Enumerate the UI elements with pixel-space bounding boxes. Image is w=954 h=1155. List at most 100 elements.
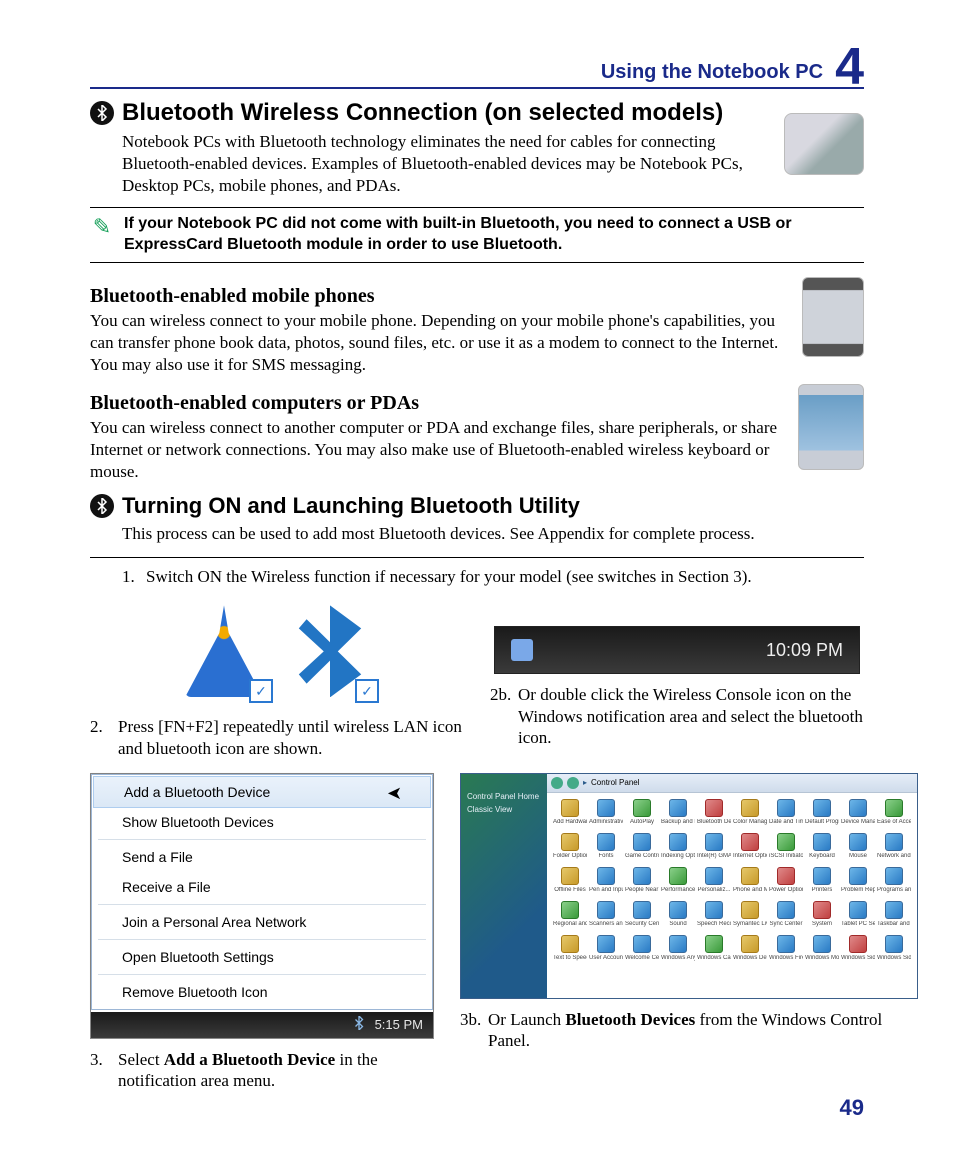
- control-panel-item[interactable]: Color Management: [733, 799, 767, 829]
- sidebar-link-home[interactable]: Control Panel Home: [467, 792, 543, 801]
- nav-fwd-icon[interactable]: [567, 777, 579, 789]
- control-panel-item[interactable]: Windows CardSpace: [697, 935, 731, 965]
- control-panel-item[interactable]: Windows Mobil...: [805, 935, 839, 965]
- menu-item-label: Send a File: [122, 849, 193, 865]
- wireless-icons-figure: ✓ ✓: [90, 596, 464, 706]
- menu-item-join-pan[interactable]: Join a Personal Area Network: [92, 907, 432, 937]
- step-number: 3b.: [460, 1009, 488, 1052]
- control-panel-item[interactable]: Phone and Modem ...: [733, 867, 767, 897]
- control-panel-item-label: Power Options: [769, 887, 803, 893]
- control-panel-item-label: Ease of Acce...: [877, 819, 911, 825]
- control-panel-item-icon: [597, 833, 615, 851]
- control-panel-item-label: Bluetooth Devices: [697, 819, 731, 825]
- control-panel-item-label: Taskbar and Start Menu: [877, 921, 911, 927]
- control-panel-item[interactable]: Programs and Features: [877, 867, 911, 897]
- control-panel-item[interactable]: iSCSI Initiator: [769, 833, 803, 863]
- subheading-pda: Bluetooth-enabled computers or PDAs: [90, 392, 786, 415]
- control-panel-item-label: Security Center: [625, 921, 659, 927]
- control-panel-item-icon: [849, 867, 867, 885]
- control-panel-item[interactable]: Backup and Restore C...: [661, 799, 695, 829]
- menu-item-add-bluetooth-device[interactable]: Add a Bluetooth Device ➤: [93, 776, 431, 808]
- control-panel-item-icon: [597, 935, 615, 953]
- control-panel-item-icon: [705, 833, 723, 851]
- control-panel-item[interactable]: Power Options: [769, 867, 803, 897]
- control-panel-item[interactable]: Personaliz...: [697, 867, 731, 897]
- menu-item-receive-file[interactable]: Receive a File: [92, 872, 432, 902]
- paragraph-pda: You can wireless connect to another comp…: [90, 417, 786, 483]
- step-text: Or Launch Bluetooth Devices from the Win…: [488, 1009, 918, 1052]
- control-panel-item[interactable]: Windows Anytim...: [661, 935, 695, 965]
- control-panel-item[interactable]: Offline Files: [553, 867, 587, 897]
- control-panel-item[interactable]: Pen and Input Devices: [589, 867, 623, 897]
- control-panel-item-label: Phone and Modem ...: [733, 887, 767, 893]
- control-panel-item[interactable]: Tablet PC Settings: [841, 901, 875, 931]
- control-panel-item[interactable]: Add Hardware: [553, 799, 587, 829]
- control-panel-item-label: Date and Time: [769, 819, 803, 825]
- menu-item-label: Open Bluetooth Settings: [122, 949, 274, 965]
- control-panel-item-icon: [669, 935, 687, 953]
- menu-item-label: Join a Personal Area Network: [122, 914, 306, 930]
- control-panel-item[interactable]: Problem Reports a...: [841, 867, 875, 897]
- menu-item-open-settings[interactable]: Open Bluetooth Settings: [92, 942, 432, 972]
- heading-bluetooth-wireless: Bluetooth Wireless Connection (on select…: [90, 99, 772, 127]
- control-panel-item-icon: [669, 867, 687, 885]
- control-panel-item[interactable]: Windows Sidebar: [841, 935, 875, 965]
- sidebar-link-classic[interactable]: Classic View: [467, 805, 543, 814]
- control-panel-item[interactable]: Symantec LiveUpdate: [733, 901, 767, 931]
- control-panel-item-label: Tablet PC Settings: [841, 921, 875, 927]
- control-panel-item[interactable]: Ease of Acce...: [877, 799, 911, 829]
- nav-back-icon[interactable]: [551, 777, 563, 789]
- control-panel-item-label: Offline Files: [554, 887, 586, 893]
- control-panel-item[interactable]: Default Programs: [805, 799, 839, 829]
- control-panel-item[interactable]: Administrative Tools: [589, 799, 623, 829]
- control-panel-item[interactable]: Performance Informatio...: [661, 867, 695, 897]
- control-panel-item-label: Intel(R) GMA Driver for...: [697, 853, 731, 859]
- control-panel-item-label: Windows Sidebar: [841, 955, 875, 961]
- control-panel-item[interactable]: Game Controllers: [625, 833, 659, 863]
- control-panel-item[interactable]: Speech Recogniti...: [697, 901, 731, 931]
- control-panel-item[interactable]: Taskbar and Start Menu: [877, 901, 911, 931]
- control-panel-item[interactable]: Internet Options: [733, 833, 767, 863]
- menu-item-send-file[interactable]: Send a File: [92, 842, 432, 872]
- control-panel-item[interactable]: Windows Defender: [733, 935, 767, 965]
- control-panel-item-label: System: [812, 921, 832, 927]
- control-panel-item[interactable]: Network and Sharing Ce...: [877, 833, 911, 863]
- control-panel-item[interactable]: Printers: [805, 867, 839, 897]
- control-panel-item[interactable]: User Accounts: [589, 935, 623, 965]
- control-panel-item-label: People Near Me: [625, 887, 659, 893]
- step-text: Switch ON the Wireless function if neces…: [146, 566, 752, 588]
- breadcrumb-text: Control Panel: [591, 778, 639, 787]
- control-panel-item[interactable]: AutoPlay: [625, 799, 659, 829]
- control-panel-item[interactable]: Windows Firewall: [769, 935, 803, 965]
- control-panel-item[interactable]: Device Manager: [841, 799, 875, 829]
- control-panel-item-icon: [849, 901, 867, 919]
- control-panel-item-icon: [705, 867, 723, 885]
- control-panel-item-icon: [849, 799, 867, 817]
- control-panel-item[interactable]: Keyboard: [805, 833, 839, 863]
- control-panel-item[interactable]: System: [805, 901, 839, 931]
- control-panel-item[interactable]: Date and Time: [769, 799, 803, 829]
- control-panel-item[interactable]: Fonts: [589, 833, 623, 863]
- menu-item-label: Show Bluetooth Devices: [122, 814, 274, 830]
- control-panel-item[interactable]: Regional and Language ...: [553, 901, 587, 931]
- menu-item-remove-icon[interactable]: Remove Bluetooth Icon: [92, 977, 432, 1007]
- control-panel-item[interactable]: Windows SideShow: [877, 935, 911, 965]
- control-panel-item-icon: [741, 901, 759, 919]
- control-panel-item[interactable]: Sound: [661, 901, 695, 931]
- control-panel-item[interactable]: Intel(R) GMA Driver for...: [697, 833, 731, 863]
- control-panel-item[interactable]: Security Center: [625, 901, 659, 931]
- control-panel-item[interactable]: Welcome Center: [625, 935, 659, 965]
- control-panel-item[interactable]: Bluetooth Devices: [697, 799, 731, 829]
- control-panel-breadcrumb: ▸ Control Panel: [547, 774, 917, 793]
- control-panel-item[interactable]: Sync Center: [769, 901, 803, 931]
- control-panel-item[interactable]: Scanners and Cameras: [589, 901, 623, 931]
- control-panel-item[interactable]: Folder Options: [553, 833, 587, 863]
- control-panel-item[interactable]: Mouse: [841, 833, 875, 863]
- menu-item-show-bluetooth-devices[interactable]: Show Bluetooth Devices: [92, 807, 432, 837]
- control-panel-item[interactable]: Text to Speech: [553, 935, 587, 965]
- control-panel-item[interactable]: People Near Me: [625, 867, 659, 897]
- control-panel-item[interactable]: Indexing Options: [661, 833, 695, 863]
- context-menu: Add a Bluetooth Device ➤ Show Bluetooth …: [91, 774, 433, 1010]
- step-2b: 2b. Or double click the Wireless Console…: [490, 684, 864, 748]
- control-panel-item-icon: [597, 867, 615, 885]
